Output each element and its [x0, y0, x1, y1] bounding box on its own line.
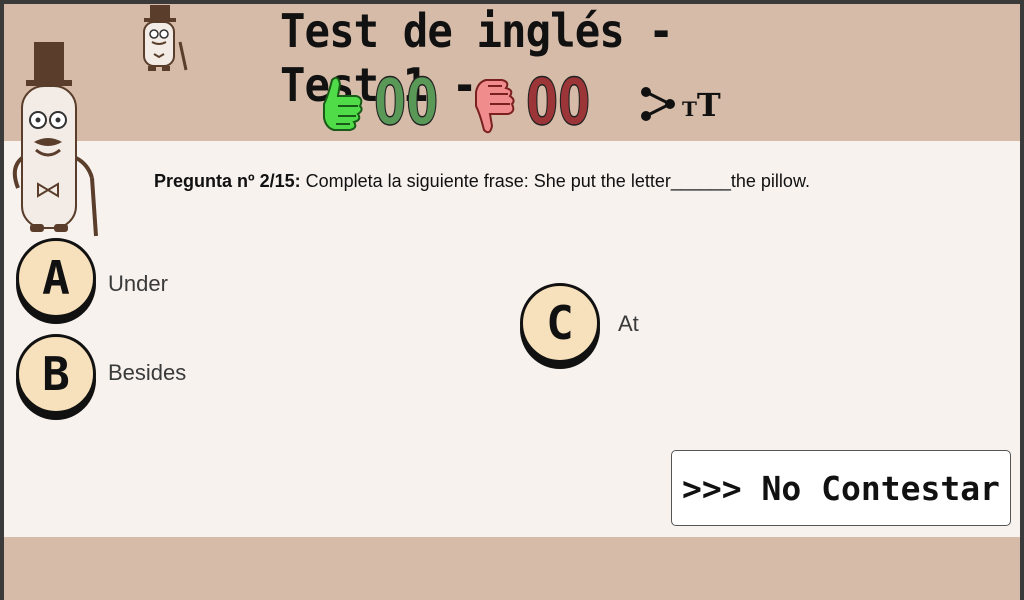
- wrong-count: 00: [525, 66, 591, 140]
- option-c-label[interactable]: At: [618, 311, 639, 337]
- footer-bar: [4, 537, 1020, 600]
- text-size-small: T: [682, 97, 697, 121]
- question-text: Pregunta nº 2/15: Completa la siguiente …: [154, 171, 810, 192]
- text-size-big: T: [696, 86, 721, 124]
- option-b-button[interactable]: B: [16, 334, 96, 414]
- mascot-large-icon: [12, 42, 98, 237]
- score-bar: 00 00: [318, 66, 638, 140]
- question-number: Pregunta nº 2/15:: [154, 171, 301, 191]
- mascot-small-icon: [143, 5, 188, 71]
- share-icon[interactable]: [640, 86, 676, 122]
- thumbs-down-icon: [475, 79, 515, 134]
- option-a-button[interactable]: A: [16, 238, 96, 318]
- option-c-button[interactable]: C: [520, 283, 600, 363]
- option-a-label[interactable]: Under: [108, 271, 168, 297]
- correct-count: 00: [373, 66, 439, 140]
- thumbs-up-icon: [323, 76, 363, 131]
- option-b-label[interactable]: Besides: [108, 360, 186, 386]
- question-body: Completa la siguiente frase: She put the…: [300, 171, 810, 191]
- skip-question-button[interactable]: >>> No Contestar: [671, 450, 1011, 526]
- text-size-icon[interactable]: TT: [682, 86, 721, 124]
